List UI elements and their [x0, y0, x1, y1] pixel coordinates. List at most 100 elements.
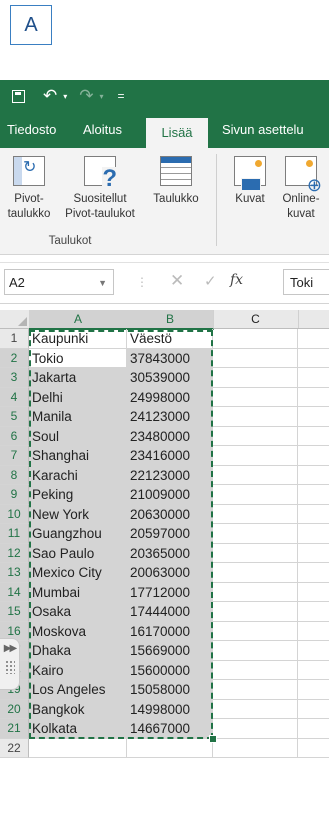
cell-population[interactable]: 15669000 — [127, 641, 213, 661]
cell-empty[interactable] — [213, 368, 298, 388]
cell-empty[interactable] — [298, 700, 329, 719]
cell-empty[interactable] — [213, 621, 298, 641]
cell-city[interactable]: Kaupunki — [29, 329, 127, 349]
cell-population[interactable]: Väestö — [127, 329, 213, 349]
cell-population[interactable]: 20597000 — [127, 524, 213, 544]
row-header[interactable]: 21 — [0, 719, 29, 739]
cell-empty[interactable] — [213, 465, 298, 485]
cell-population[interactable] — [127, 738, 213, 758]
cell-empty[interactable] — [298, 622, 329, 641]
tab-aloitus[interactable]: Aloitus — [76, 112, 129, 148]
cell-empty[interactable] — [298, 349, 329, 368]
cell-population[interactable]: 24998000 — [127, 387, 213, 407]
cell-empty[interactable] — [213, 602, 298, 622]
recommended-pivottables-button[interactable]: Suositellut Pivot-taulukot — [58, 156, 142, 222]
cell-city[interactable]: Kairo — [29, 660, 127, 680]
cell-population[interactable]: 20063000 — [127, 563, 213, 583]
cell-city[interactable]: New York — [29, 504, 127, 524]
cell-population[interactable]: 20630000 — [127, 504, 213, 524]
cell-empty[interactable] — [298, 661, 329, 680]
row-header[interactable]: 8 — [0, 465, 29, 485]
pictures-button[interactable]: Kuvat — [228, 156, 272, 207]
save-icon[interactable] — [12, 89, 25, 103]
row-header[interactable]: 14 — [0, 582, 29, 602]
formula-input[interactable]: Toki — [283, 269, 329, 295]
cell-city[interactable]: Bangkok — [29, 699, 127, 719]
cell-population[interactable]: 23480000 — [127, 426, 213, 446]
cell-empty[interactable] — [298, 407, 329, 427]
cell-population[interactable]: 21009000 — [127, 485, 213, 505]
cell-empty[interactable] — [213, 504, 298, 524]
cell-empty[interactable] — [298, 427, 329, 446]
redo-icon[interactable]: ↷ — [79, 86, 93, 106]
cell-city[interactable]: Guangzhou — [29, 524, 127, 544]
row-header[interactable]: 12 — [0, 543, 29, 563]
row-header[interactable]: 15 — [0, 602, 29, 622]
row-header[interactable]: 10 — [0, 504, 29, 524]
undo-dropdown-icon[interactable]: ▾ — [63, 92, 67, 101]
cell-empty[interactable] — [298, 368, 329, 388]
cell-city[interactable]: Sao Paulo — [29, 543, 127, 563]
cell-empty[interactable] — [298, 641, 329, 661]
column-header-b[interactable]: B — [127, 310, 214, 330]
cell-empty[interactable] — [298, 524, 329, 544]
cell-city[interactable]: Mumbai — [29, 582, 127, 602]
cell-city[interactable]: Kolkata — [29, 719, 127, 739]
cell-population[interactable]: 23416000 — [127, 446, 213, 466]
row-header[interactable]: 6 — [0, 426, 29, 446]
cell-empty[interactable] — [298, 505, 329, 524]
cell-empty[interactable] — [213, 582, 298, 602]
cell-population[interactable]: 14667000 — [127, 719, 213, 739]
row-header[interactable]: 1 — [0, 329, 29, 349]
row-header[interactable]: 5 — [0, 407, 29, 427]
insert-function-icon[interactable]: fx — [230, 272, 243, 288]
cell-empty[interactable] — [298, 485, 329, 505]
undo-icon[interactable]: ↶ — [43, 86, 57, 106]
cell-empty[interactable] — [213, 446, 298, 466]
cell-population[interactable]: 37843000 — [127, 348, 213, 368]
row-header[interactable]: 9 — [0, 485, 29, 505]
cell-city[interactable]: Peking — [29, 485, 127, 505]
cell-city[interactable]: Jakarta — [29, 368, 127, 388]
tab-sivun-asettelu[interactable]: Sivun asettelu — [215, 112, 311, 148]
expand-panel-icon[interactable]: ▶▶ — [4, 643, 17, 654]
cell-city[interactable]: Moskova — [29, 621, 127, 641]
tab-tiedosto[interactable]: Tiedosto — [0, 112, 63, 148]
cell-empty[interactable] — [213, 426, 298, 446]
pivottable-button[interactable]: Pivot- taulukko — [6, 156, 52, 222]
cell-empty[interactable] — [298, 563, 329, 583]
floating-panel-handle[interactable]: ▶▶ — [0, 638, 20, 690]
table-button[interactable]: Taulukko — [146, 156, 206, 207]
online-pictures-button[interactable]: Online- kuvat — [276, 156, 326, 222]
cell-empty[interactable] — [298, 680, 329, 700]
cell-city[interactable] — [29, 738, 127, 758]
confirm-entry-icon[interactable]: ✓ — [204, 272, 217, 290]
cell-city[interactable]: Karachi — [29, 465, 127, 485]
row-header[interactable]: 13 — [0, 563, 29, 583]
cell-population[interactable]: 20365000 — [127, 543, 213, 563]
cell-population[interactable]: 24123000 — [127, 407, 213, 427]
row-header[interactable]: 7 — [0, 446, 29, 466]
cell-empty[interactable] — [213, 407, 298, 427]
row-header[interactable]: 2 — [0, 348, 29, 368]
row-header[interactable]: 20 — [0, 699, 29, 719]
cell-empty[interactable] — [213, 660, 298, 680]
cell-empty[interactable] — [298, 329, 329, 349]
row-header[interactable]: 3 — [0, 368, 29, 388]
cell-population[interactable]: 15058000 — [127, 680, 213, 700]
cell-empty[interactable] — [298, 602, 329, 622]
cell-empty[interactable] — [213, 524, 298, 544]
cell-city[interactable]: Mexico City — [29, 563, 127, 583]
cell-empty[interactable] — [213, 641, 298, 661]
select-all-button[interactable] — [0, 310, 30, 328]
column-header-c[interactable]: C — [213, 310, 299, 328]
column-header-a[interactable]: A — [29, 310, 128, 330]
row-header[interactable]: 22 — [0, 738, 29, 758]
cell-empty[interactable] — [213, 485, 298, 505]
cell-city[interactable]: Delhi — [29, 387, 127, 407]
cell-population[interactable]: 17712000 — [127, 582, 213, 602]
cell-empty[interactable] — [213, 680, 298, 700]
cell-empty[interactable] — [213, 699, 298, 719]
drag-grip-icon[interactable] — [4, 660, 15, 674]
cancel-entry-icon[interactable]: ✕ — [170, 271, 184, 291]
